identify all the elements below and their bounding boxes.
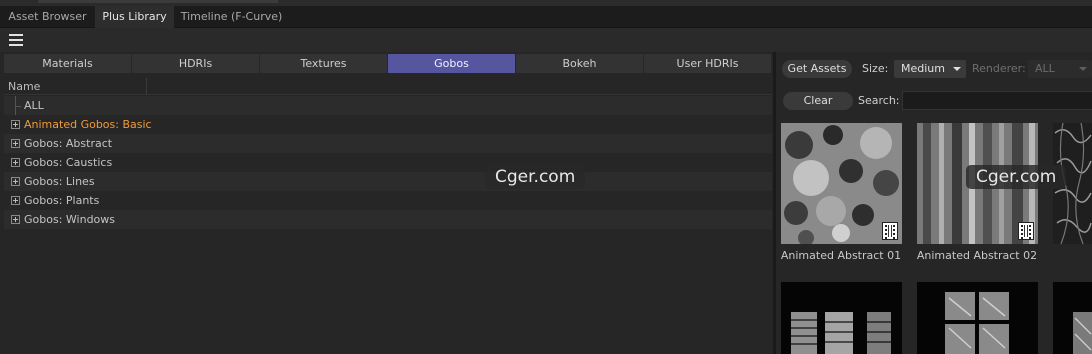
tab-plus-library[interactable]: Plus Library: [95, 6, 174, 28]
expand-plus-icon[interactable]: [11, 120, 20, 129]
column-header-name: Name: [8, 80, 41, 93]
window-gobo-image: [917, 282, 1038, 354]
chevron-down-icon: [1079, 67, 1087, 71]
renderer-dropdown-value: ALL: [1035, 62, 1055, 75]
search-input[interactable]: [902, 91, 1092, 110]
window-gobo-image: [781, 282, 902, 354]
search-label: Search:: [858, 94, 900, 107]
tree-item-gobos-caustics[interactable]: Gobos: Caustics: [4, 153, 772, 172]
tree-item-gobos-abstract[interactable]: Gobos: Abstract: [4, 134, 772, 153]
window-tab-bar: Asset Browser Plus Library Timeline (F-C…: [0, 6, 1092, 28]
clear-button[interactable]: Clear: [783, 92, 853, 110]
chevron-down-icon: [953, 67, 961, 71]
get-assets-button[interactable]: Get Assets: [782, 60, 852, 78]
tab-bokeh[interactable]: Bokeh: [516, 54, 644, 73]
asset-thumbnail[interactable]: [917, 282, 1038, 354]
category-tree: ALL Animated Gobos: Basic Gobos: Abstrac…: [4, 96, 772, 229]
expand-plus-icon[interactable]: [11, 158, 20, 167]
asset-name: Animated Abstract 02: [916, 249, 1038, 262]
expand-plus-icon[interactable]: [11, 215, 20, 224]
tab-gobos[interactable]: Gobos: [388, 54, 516, 73]
watermark-label: Cger.com: [966, 165, 1067, 189]
hamburger-menu-icon[interactable]: [9, 34, 23, 46]
expand-plus-icon[interactable]: [11, 196, 20, 205]
tree-item-all[interactable]: ALL: [4, 96, 772, 115]
expand-plus-icon[interactable]: [11, 177, 20, 186]
animated-film-icon: [882, 222, 898, 240]
tree-item-label: Gobos: Plants: [24, 194, 100, 207]
tree-connector: [15, 106, 21, 107]
tree-item-label: Gobos: Windows: [24, 213, 116, 226]
renderer-dropdown[interactable]: ALL: [1028, 60, 1092, 78]
size-dropdown[interactable]: Medium: [894, 60, 966, 78]
watermark-label: Cger.com: [485, 165, 586, 189]
tree-item-label: Gobos: Lines: [24, 175, 95, 188]
asset-thumbnail[interactable]: [781, 282, 902, 354]
tree-item-label: Gobos: Caustics: [24, 156, 113, 169]
tab-hdris[interactable]: HDRIs: [132, 54, 260, 73]
menu-row: [0, 28, 1092, 52]
column-divider[interactable]: [146, 78, 147, 95]
tab-textures[interactable]: Textures: [260, 54, 388, 73]
tree-item-gobos-windows[interactable]: Gobos: Windows: [4, 210, 772, 229]
tab-user-hdris[interactable]: User HDRIs: [644, 54, 772, 73]
asset-thumbnail[interactable]: [781, 123, 902, 244]
renderer-label: Renderer:: [972, 62, 1026, 75]
tree-item-animated-gobos-basic[interactable]: Animated Gobos: Basic: [4, 115, 772, 134]
expand-plus-icon[interactable]: [11, 139, 20, 148]
size-label: Size:: [862, 62, 889, 75]
title-strip-highlight: [38, 0, 278, 3]
asset-thumbnail[interactable]: [1053, 282, 1092, 354]
tab-timeline-fcurve[interactable]: Timeline (F-Curve): [174, 6, 289, 28]
tree-item-label: ALL: [24, 99, 44, 112]
category-panel: Materials HDRIs Textures Gobos Bokeh Use…: [0, 52, 773, 354]
asset-name: Animated Abstract 01: [780, 249, 902, 262]
animated-film-icon: [1018, 222, 1034, 240]
tree-item-label: Animated Gobos: Basic: [24, 118, 152, 131]
tree-item-label: Gobos: Abstract: [24, 137, 113, 150]
tab-asset-browser[interactable]: Asset Browser: [0, 6, 95, 28]
tab-materials[interactable]: Materials: [4, 54, 132, 73]
category-tabs: Materials HDRIs Textures Gobos Bokeh Use…: [4, 54, 772, 73]
window-gobo-image: [1053, 282, 1092, 354]
tree-column-header[interactable]: Name: [4, 78, 772, 95]
asset-toolbar: Get Assets Size: Medium Renderer: ALL: [776, 58, 1092, 80]
size-dropdown-value: Medium: [901, 62, 945, 75]
search-toolbar: Clear Search:: [776, 91, 1092, 113]
tree-item-gobos-plants[interactable]: Gobos: Plants: [4, 191, 772, 210]
tree-item-gobos-lines[interactable]: Gobos: Lines: [4, 172, 772, 191]
